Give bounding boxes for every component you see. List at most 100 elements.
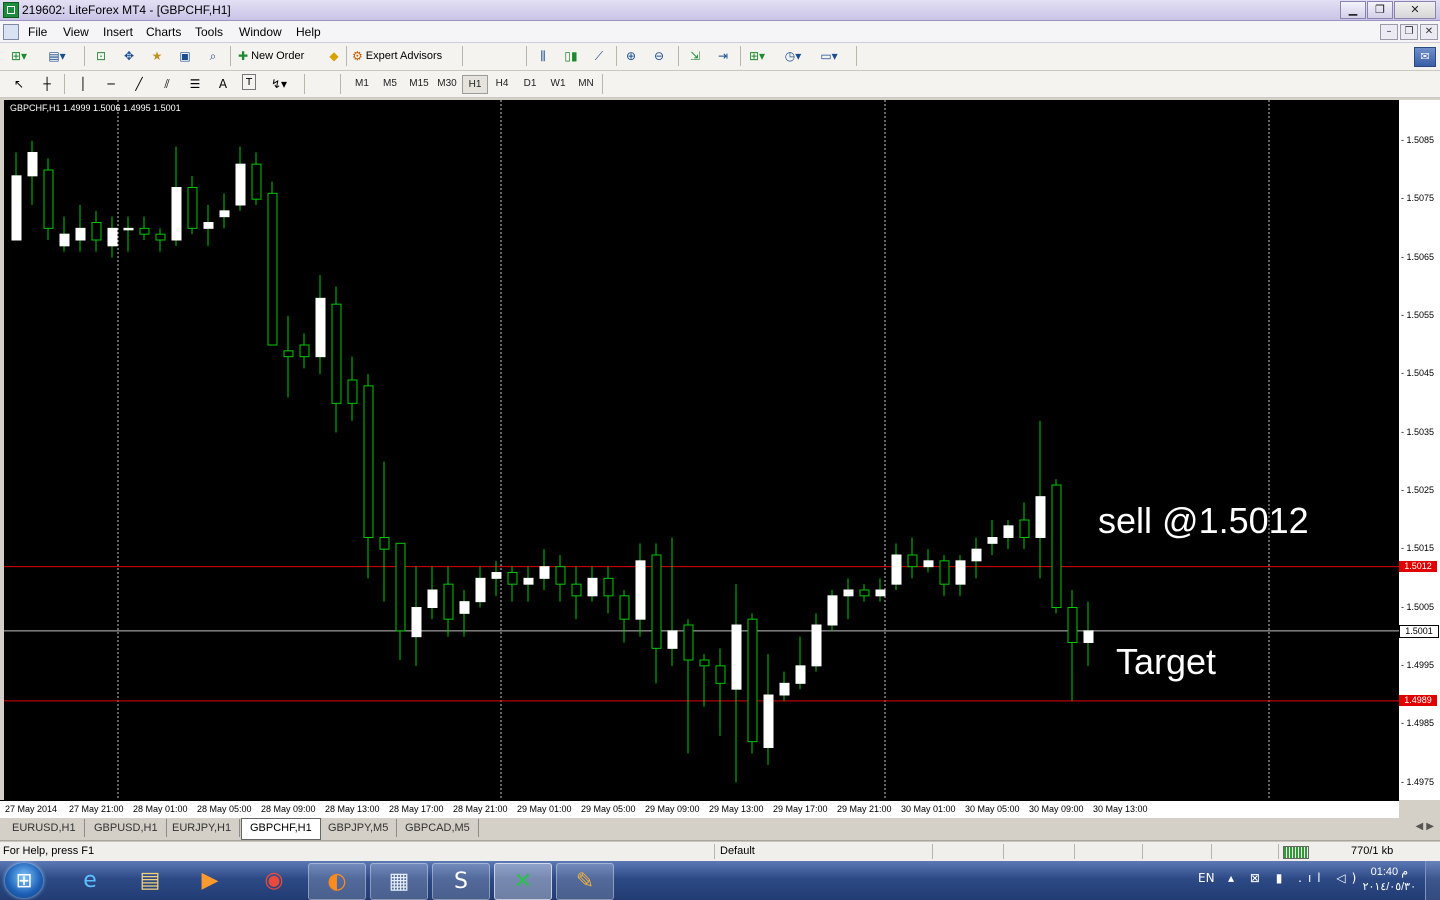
- annotation-sell[interactable]: sell @1.5012: [1098, 500, 1309, 542]
- terminal-icon[interactable]: ▣: [176, 46, 194, 66]
- start-button[interactable]: ⊞: [5, 863, 43, 898]
- price-chart[interactable]: GBPCHF,H1 1.4999 1.5006 1.4995 1.5001 se…: [4, 100, 1399, 800]
- chat-icon[interactable]: ✉: [1414, 47, 1436, 67]
- time-tick-label: 30 May 05:00: [965, 804, 1020, 814]
- templates-icon[interactable]: ▭▾: [820, 46, 838, 66]
- timeframe-m15[interactable]: M15: [406, 75, 432, 92]
- minimize-button[interactable]: ▁: [1340, 1, 1366, 19]
- annotation-target[interactable]: Target: [1116, 641, 1216, 683]
- menu-tools[interactable]: Tools: [195, 25, 223, 39]
- candle-body-43: [699, 659, 710, 667]
- indicators-icon[interactable]: ⊞▾: [748, 46, 766, 66]
- chart-shift-icon[interactable]: ⇥: [714, 46, 732, 66]
- menu-insert[interactable]: Insert: [103, 25, 133, 39]
- language-indicator[interactable]: EN: [1198, 871, 1215, 885]
- horizontal-line-icon[interactable]: ─: [102, 74, 120, 94]
- candle-body-57: [923, 560, 934, 568]
- candle-body-21: [347, 379, 358, 404]
- candle-body-63: [1019, 519, 1030, 538]
- taskbar-app-6-icon[interactable]: S: [432, 863, 490, 900]
- text-label-icon[interactable]: T: [242, 74, 256, 90]
- new-order-icon: ✚: [238, 49, 249, 63]
- expert-advisors-button[interactable]: ⚙ Expert Advisors: [352, 46, 442, 66]
- metaeditor-icon[interactable]: ◆: [325, 46, 343, 66]
- menu-view[interactable]: View: [63, 25, 89, 39]
- tab-gbpchf-h1[interactable]: GBPCHF,H1: [241, 818, 321, 840]
- taskbar-app-5-icon[interactable]: ▦: [370, 863, 428, 900]
- chart-canvas[interactable]: [4, 100, 1399, 800]
- timeframe-m1[interactable]: M1: [350, 75, 374, 92]
- fibonacci-icon[interactable]: ☰: [186, 74, 204, 94]
- timeframe-m5[interactable]: M5: [378, 75, 402, 92]
- trendline-icon[interactable]: ╱: [130, 74, 148, 94]
- time-tick-label: 28 May 01:00: [133, 804, 188, 814]
- profiles-icon[interactable]: ▤▾: [48, 46, 66, 66]
- close-button[interactable]: ✕: [1394, 1, 1436, 19]
- market-watch-icon[interactable]: ⊡: [92, 46, 110, 66]
- candle-body-44: [715, 665, 726, 684]
- periods-icon[interactable]: ◷▾: [784, 46, 802, 66]
- taskbar-app-8-icon[interactable]: ✎: [556, 863, 614, 900]
- zoom-in-icon[interactable]: ⊕: [622, 46, 640, 66]
- strategy-tester-icon[interactable]: ⌕: [204, 46, 222, 66]
- taskbar-app-1-icon[interactable]: ▤: [122, 863, 178, 898]
- price-scale[interactable]: - 1.5085 - 1.5075 - 1.5065 - 1.5055 - 1.5045…: [1399, 100, 1440, 800]
- timeframe-d1[interactable]: D1: [518, 75, 542, 92]
- candle-body-5: [91, 222, 102, 241]
- timeframe-m30[interactable]: M30: [434, 75, 460, 92]
- system-tray-icons[interactable]: ▴ ⊠ ▮ .ıl ◁): [1228, 871, 1362, 885]
- taskbar-app-7-icon[interactable]: ✕: [494, 863, 552, 900]
- clock[interactable]: 01:40 م ٢٠١٤/٠٥/٣٠: [1363, 865, 1416, 895]
- tab-gbpcad-m5[interactable]: GBPCAD,M5: [397, 819, 479, 837]
- taskbar-app-4-icon[interactable]: ◐: [308, 863, 366, 900]
- show-desktop-button[interactable]: [1425, 861, 1440, 900]
- line-chart-icon[interactable]: ⟋: [590, 46, 608, 66]
- candle-body-32: [523, 577, 534, 585]
- price-tick-label: - 1.5065: [1401, 251, 1435, 262]
- channel-icon[interactable]: ⫽: [158, 74, 176, 94]
- tab-gbpjpy-m5[interactable]: GBPJPY,M5: [320, 819, 398, 837]
- tab-eurjpy-h1[interactable]: EURJPY,H1: [164, 819, 241, 837]
- tab-scroll-arrows[interactable]: ◀ ▶: [1415, 821, 1434, 832]
- restore-button[interactable]: ❐: [1367, 1, 1393, 19]
- chart-close-button[interactable]: ✕: [1420, 24, 1438, 40]
- menu-help[interactable]: Help: [296, 25, 321, 39]
- timeframe-w1[interactable]: W1: [546, 75, 570, 92]
- candle-body-36: [587, 577, 598, 597]
- chart-window-icon[interactable]: [3, 24, 19, 40]
- crosshair-icon[interactable]: ┼: [38, 74, 56, 94]
- taskbar-app-2-icon[interactable]: ▶: [182, 863, 238, 898]
- candle-body-9: [155, 233, 166, 241]
- timeframe-h1[interactable]: H1: [462, 75, 488, 94]
- data-window-icon[interactable]: ✥: [120, 46, 138, 66]
- auto-scroll-icon[interactable]: ⇲: [686, 46, 704, 66]
- timeframe-h4[interactable]: H4: [490, 75, 514, 92]
- menu-file[interactable]: File: [28, 25, 47, 39]
- taskbar-app-3-icon[interactable]: ◉: [246, 863, 302, 898]
- new-chart-icon[interactable]: ⊞▾: [10, 46, 28, 66]
- arrows-icon[interactable]: ↯▾: [270, 74, 288, 94]
- new-order-button[interactable]: ✚ New Order: [238, 46, 304, 66]
- time-tick-label: 29 May 21:00: [837, 804, 892, 814]
- cursor-icon[interactable]: ↖: [10, 74, 28, 94]
- menu-charts[interactable]: Charts: [146, 25, 181, 39]
- candlestick-chart-icon[interactable]: ▯▮: [562, 46, 580, 66]
- taskbar-app-0-icon[interactable]: e: [62, 863, 118, 898]
- tab-eurusd-h1[interactable]: EURUSD,H1: [4, 819, 85, 837]
- bar-chart-icon[interactable]: ⫼: [534, 46, 552, 66]
- candle-body-64: [1035, 496, 1046, 538]
- time-scale[interactable]: 27 May 2014 27 May 21:00 28 May 01:00 28 Ma…: [0, 800, 1399, 818]
- chart-minimize-button[interactable]: –: [1380, 24, 1398, 40]
- vertical-line-icon[interactable]: │: [74, 74, 92, 94]
- timeframe-mn[interactable]: MN: [574, 75, 598, 92]
- candle-body-47: [763, 694, 774, 748]
- zoom-out-icon[interactable]: ⊖: [650, 46, 668, 66]
- price-tick-label: - 1.5085: [1401, 134, 1435, 145]
- text-tool-icon[interactable]: A: [214, 74, 232, 94]
- time-tick-label: 28 May 05:00: [197, 804, 252, 814]
- navigator-icon[interactable]: ★: [148, 46, 166, 66]
- tab-gbpusd-h1[interactable]: GBPUSD,H1: [86, 819, 167, 837]
- menu-window[interactable]: Window: [239, 25, 282, 39]
- chart-restore-button[interactable]: ❐: [1400, 24, 1418, 40]
- price-tick-label: - 1.4985: [1401, 718, 1435, 729]
